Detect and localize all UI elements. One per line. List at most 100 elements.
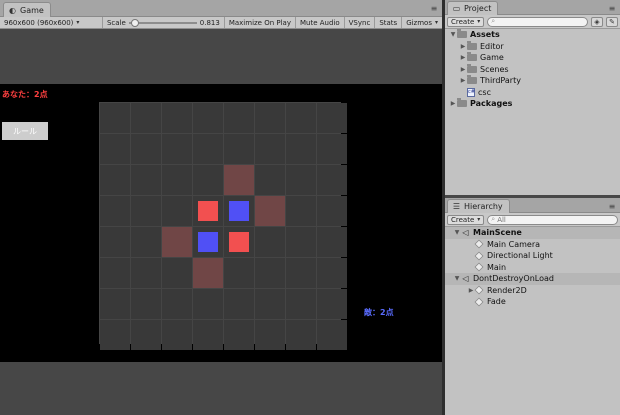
board-cell[interactable]: [131, 103, 161, 133]
stats-toggle[interactable]: Stats: [375, 17, 403, 28]
hierarchy-search-input[interactable]: [497, 215, 614, 224]
board-cell[interactable]: [131, 165, 161, 195]
board-cell[interactable]: [255, 289, 285, 319]
board-cell[interactable]: [255, 103, 285, 133]
board-cell[interactable]: [317, 227, 347, 257]
board-cell[interactable]: [131, 289, 161, 319]
board-cell[interactable]: [255, 165, 285, 195]
board-cell[interactable]: [162, 165, 192, 195]
board-cell[interactable]: [193, 196, 223, 226]
panel-menu-icon[interactable]: ≡: [607, 4, 617, 13]
project-item-packages[interactable]: ▶ Packages: [445, 98, 620, 110]
mute-audio-toggle[interactable]: Mute Audio: [296, 17, 345, 28]
board-cell[interactable]: [224, 320, 254, 350]
scale-slider[interactable]: [128, 18, 197, 27]
board-cell-hint[interactable]: [224, 165, 254, 195]
filter-by-label-icon[interactable]: ✎: [606, 16, 618, 27]
board-cell[interactable]: [162, 320, 192, 350]
gizmos-dropdown[interactable]: Gizmos ▾: [402, 17, 442, 28]
tab-hierarchy[interactable]: ☰ Hierarchy: [447, 199, 510, 213]
board-cell[interactable]: [162, 196, 192, 226]
board-cell[interactable]: [131, 320, 161, 350]
board-cell-hint[interactable]: [193, 258, 223, 288]
rule-button[interactable]: ルール: [2, 122, 48, 140]
board-cell[interactable]: [317, 103, 347, 133]
board-cell[interactable]: [162, 258, 192, 288]
expand-right-icon[interactable]: ▶: [449, 100, 457, 107]
board-cell[interactable]: [286, 289, 316, 319]
board-cell[interactable]: [255, 227, 285, 257]
hierarchy-item-directional-light[interactable]: Directional Light: [445, 250, 620, 262]
board-cell[interactable]: [100, 320, 130, 350]
board-cell[interactable]: [286, 165, 316, 195]
board-cell[interactable]: [317, 320, 347, 350]
board-cell[interactable]: [100, 134, 130, 164]
hierarchy-search-field[interactable]: ⌕: [487, 214, 618, 225]
board-cell[interactable]: [286, 227, 316, 257]
board-cell[interactable]: [100, 258, 130, 288]
expand-right-icon[interactable]: ▶: [459, 54, 467, 61]
board-cell[interactable]: [255, 258, 285, 288]
hierarchy-item-mainscene[interactable]: ▼ ◁ MainScene: [445, 227, 620, 239]
board-cell[interactable]: [193, 103, 223, 133]
board-cell[interactable]: [193, 165, 223, 195]
board-cell[interactable]: [317, 258, 347, 288]
hierarchy-item-dontdestroyonload[interactable]: ▼ ◁ DontDestroyOnLoad: [445, 273, 620, 285]
board-cell[interactable]: [162, 134, 192, 164]
panel-menu-icon[interactable]: ≡: [607, 202, 617, 211]
scale-slider-thumb[interactable]: [130, 18, 139, 27]
board-cell[interactable]: [317, 289, 347, 319]
board-cell[interactable]: [286, 258, 316, 288]
board-cell[interactable]: [100, 289, 130, 319]
board-cell[interactable]: [286, 134, 316, 164]
filter-by-type-icon[interactable]: ◈: [591, 16, 603, 27]
board-cell-hint[interactable]: [255, 196, 285, 226]
panel-menu-icon[interactable]: ≡: [429, 4, 439, 13]
board-cell[interactable]: [286, 103, 316, 133]
board-cell[interactable]: [224, 196, 254, 226]
vsync-toggle[interactable]: VSync: [345, 17, 376, 28]
board-cell[interactable]: [162, 103, 192, 133]
board-cell[interactable]: [131, 227, 161, 257]
board-cell[interactable]: [255, 134, 285, 164]
project-item-scenes[interactable]: ▶ Scenes: [445, 63, 620, 76]
board-cell[interactable]: [100, 227, 130, 257]
project-search-input[interactable]: [497, 17, 584, 26]
expand-down-icon[interactable]: ▼: [453, 229, 461, 236]
board-cell[interactable]: [131, 134, 161, 164]
board-cell[interactable]: [255, 320, 285, 350]
project-create-button[interactable]: Create ▾: [447, 16, 485, 27]
board-cell[interactable]: [100, 103, 130, 133]
hierarchy-item-main[interactable]: Main: [445, 262, 620, 274]
board-cell[interactable]: [100, 196, 130, 226]
board-cell[interactable]: [193, 320, 223, 350]
board-cell[interactable]: [317, 196, 347, 226]
maximize-on-play-toggle[interactable]: Maximize On Play: [225, 17, 296, 28]
board-cell[interactable]: [286, 320, 316, 350]
expand-right-icon[interactable]: ▶: [459, 66, 467, 73]
board-cell[interactable]: [193, 134, 223, 164]
board-cell[interactable]: [193, 289, 223, 319]
board-cell[interactable]: [162, 289, 192, 319]
board-cell[interactable]: [224, 227, 254, 257]
hierarchy-item-render2d[interactable]: ▶ Render2D: [445, 285, 620, 297]
expand-down-icon[interactable]: ▼: [453, 275, 461, 282]
tab-game[interactable]: ◐ Game: [3, 2, 51, 17]
board-cell[interactable]: [286, 196, 316, 226]
hierarchy-item-main-camera[interactable]: Main Camera: [445, 239, 620, 251]
expand-down-icon[interactable]: ▼: [449, 31, 457, 38]
board-cell[interactable]: [100, 165, 130, 195]
board-cell[interactable]: [193, 227, 223, 257]
board-cell[interactable]: [131, 196, 161, 226]
hierarchy-create-button[interactable]: Create ▾: [447, 214, 485, 225]
board-cell[interactable]: [224, 258, 254, 288]
project-item-csc[interactable]: c# csc: [445, 87, 620, 99]
tab-project[interactable]: ▭ Project: [447, 1, 499, 15]
expand-right-icon[interactable]: ▶: [459, 77, 467, 84]
board-cell[interactable]: [317, 165, 347, 195]
expand-right-icon[interactable]: ▶: [459, 43, 467, 50]
project-search-field[interactable]: ⌕: [487, 16, 588, 27]
project-item-editor[interactable]: ▶ Editor: [445, 40, 620, 53]
resolution-dropdown[interactable]: 960x600 (960x600) ▾: [0, 17, 103, 28]
board-cell[interactable]: [131, 258, 161, 288]
